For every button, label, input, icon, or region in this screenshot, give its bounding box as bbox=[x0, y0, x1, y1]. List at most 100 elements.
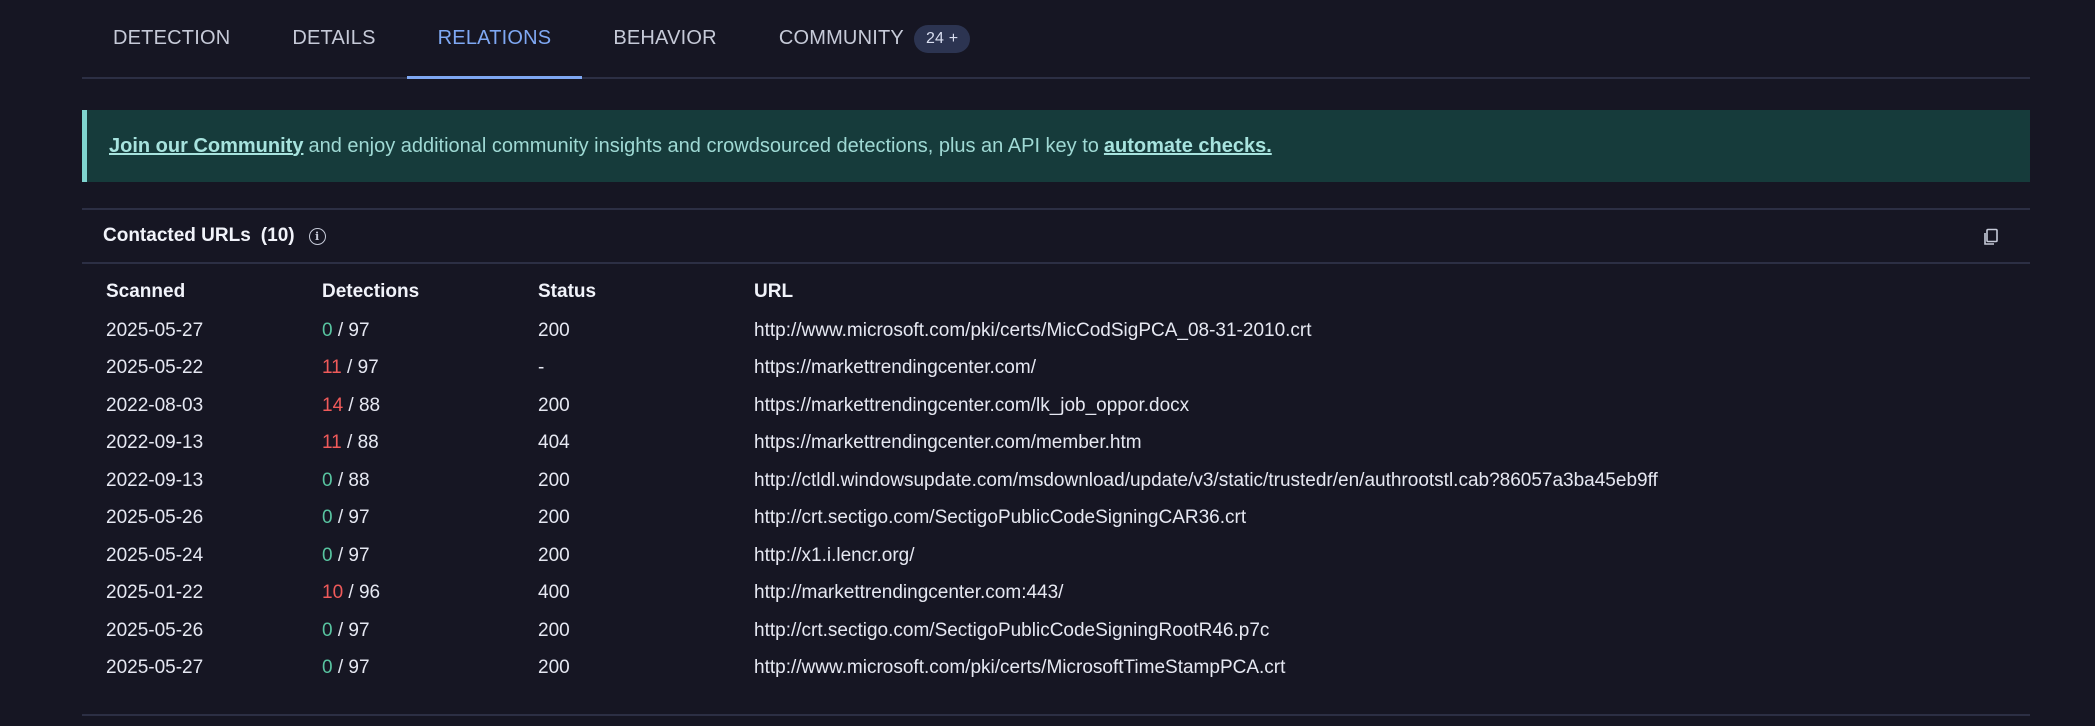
tab-bar: DETECTION DETAILS RELATIONS BEHAVIOR COM… bbox=[82, 0, 2030, 79]
status-code: 200 bbox=[538, 394, 570, 416]
column-header-status[interactable]: Status bbox=[538, 272, 754, 312]
scanned-date: 2025-05-24 bbox=[106, 544, 204, 566]
column-header-url[interactable]: URL bbox=[754, 272, 1954, 312]
detections-cell: 0 / 97 bbox=[322, 537, 538, 575]
detections-cell: 14 / 88 bbox=[322, 387, 538, 425]
tab-details[interactable]: DETAILS bbox=[261, 0, 406, 77]
positives-count: 0 bbox=[322, 657, 333, 679]
positives-count: 0 bbox=[322, 544, 333, 566]
detections-cell: 0 / 97 bbox=[322, 500, 538, 538]
total-engines: / 97 bbox=[341, 357, 379, 379]
detections-cell: 0 / 97 bbox=[322, 312, 538, 350]
table-row[interactable]: 2025-05-27 0 / 97 200 http://www.microsoft.… bbox=[106, 312, 1954, 350]
table-row[interactable]: 2025-05-27 0 / 97 200 http://www.microsoft.… bbox=[106, 650, 1954, 688]
section-divider bbox=[82, 714, 2030, 716]
positives-count: 14 bbox=[322, 394, 344, 416]
positives-count: 0 bbox=[322, 619, 333, 641]
section-count: (10) bbox=[260, 225, 295, 246]
scanned-date: 2025-05-26 bbox=[106, 507, 204, 529]
table-row[interactable]: 2022-09-13 0 / 88 200 http://ctldl.windowsu… bbox=[106, 462, 1954, 500]
url-link[interactable]: https://markettrendingcenter.com/ bbox=[754, 350, 1954, 388]
positives-count: 11 bbox=[322, 432, 342, 454]
detections-cell: 10 / 96 bbox=[322, 575, 538, 613]
contacted-urls-header: Contacted URLs (10) i bbox=[82, 208, 2030, 264]
positives-count: 10 bbox=[322, 582, 344, 604]
community-banner: Join our Community and enjoy additional … bbox=[82, 110, 2030, 182]
positives-count: 0 bbox=[322, 507, 333, 529]
table-row[interactable]: 2025-05-26 0 / 97 200 http://crt.sectigo.co… bbox=[106, 612, 1954, 650]
column-header-scanned[interactable]: Scanned bbox=[106, 272, 322, 312]
tab-relations[interactable]: RELATIONS bbox=[406, 0, 583, 79]
tab-label: DETAILS bbox=[292, 27, 376, 49]
section-title: Contacted URLs bbox=[103, 225, 251, 246]
scanned-date: 2025-05-27 bbox=[106, 657, 204, 679]
scanned-date: 2022-09-13 bbox=[106, 432, 204, 454]
join-community-link[interactable]: Join our Community bbox=[109, 135, 303, 158]
total-engines: / 97 bbox=[332, 619, 370, 641]
automate-checks-link[interactable]: automate checks. bbox=[1104, 135, 1272, 158]
total-engines: / 88 bbox=[343, 394, 381, 416]
status-code: 200 bbox=[538, 319, 570, 341]
scanned-date: 2025-01-22 bbox=[106, 582, 204, 604]
table-row[interactable]: 2025-05-22 11 / 97- https://markettrending… bbox=[106, 350, 1954, 388]
url-link[interactable]: http://www.microsoft.com/pki/certs/Micro… bbox=[754, 650, 1954, 688]
relations-panel: DETECTION DETAILS RELATIONS BEHAVIOR COM… bbox=[82, 0, 2030, 716]
table-row[interactable]: 2022-09-13 11 / 88 404 https://markettrendi… bbox=[106, 425, 1954, 463]
total-engines: / 97 bbox=[332, 544, 370, 566]
url-link[interactable]: https://markettrendingcenter.com/member.… bbox=[754, 425, 1954, 463]
tab-label: RELATIONS bbox=[437, 27, 552, 49]
url-link[interactable]: https://markettrendingcenter.com/lk_job_… bbox=[754, 387, 1954, 425]
column-header-detections[interactable]: Detections bbox=[322, 272, 538, 312]
url-link[interactable]: http://www.microsoft.com/pki/certs/MicCo… bbox=[754, 312, 1954, 350]
total-engines: / 88 bbox=[341, 432, 379, 454]
table-row[interactable]: 2022-08-03 14 / 88 200 https://markettrendi… bbox=[106, 387, 1954, 425]
total-engines: / 97 bbox=[332, 657, 370, 679]
scanned-date: 2025-05-26 bbox=[106, 619, 204, 641]
total-engines: / 97 bbox=[332, 319, 370, 341]
tab-detection[interactable]: DETECTION bbox=[82, 0, 261, 77]
detections-cell: 0 / 97 bbox=[322, 612, 538, 650]
tab-label: DETECTION bbox=[113, 27, 231, 49]
url-link[interactable]: http://crt.sectigo.com/SectigoPublicCode… bbox=[754, 612, 1954, 650]
info-icon[interactable]: i bbox=[308, 227, 326, 245]
status-code: 404 bbox=[538, 432, 570, 454]
contacted-urls-table: Scanned Detections Status URL 2025-05-27… bbox=[106, 272, 1954, 687]
url-link[interactable]: http://ctldl.windowsupdate.com/msdownloa… bbox=[754, 462, 1954, 500]
scanned-date: 2025-05-22 bbox=[106, 357, 204, 379]
tab-community[interactable]: COMMUNITY 24 + bbox=[748, 0, 1002, 77]
banner-text: and enjoy additional community insights … bbox=[308, 134, 1099, 157]
status-code: - bbox=[538, 357, 545, 379]
table-header-row: Scanned Detections Status URL bbox=[106, 272, 1954, 312]
detections-cell: 0 / 88 bbox=[322, 462, 538, 500]
url-link[interactable]: http://markettrendingcenter.com:443/ bbox=[754, 575, 1954, 613]
total-engines: / 88 bbox=[332, 469, 370, 491]
detections-cell: 11 / 97 bbox=[322, 350, 538, 388]
status-code: 200 bbox=[538, 619, 570, 641]
status-code: 200 bbox=[538, 544, 570, 566]
total-engines: / 97 bbox=[332, 507, 370, 529]
copy-icon[interactable] bbox=[1982, 228, 2000, 246]
tab-behavior[interactable]: BEHAVIOR bbox=[582, 0, 747, 77]
total-engines: / 96 bbox=[343, 582, 381, 604]
table-row[interactable]: 2025-05-26 0 / 97 200 http://crt.sectigo.co… bbox=[106, 500, 1954, 538]
scanned-date: 2022-08-03 bbox=[106, 394, 204, 416]
positives-count: 0 bbox=[322, 469, 333, 491]
scanned-date: 2025-05-27 bbox=[106, 319, 204, 341]
url-link[interactable]: http://crt.sectigo.com/SectigoPublicCode… bbox=[754, 500, 1954, 538]
status-code: 400 bbox=[538, 582, 570, 604]
scanned-date: 2022-09-13 bbox=[106, 469, 204, 491]
url-link[interactable]: http://x1.i.lencr.org/ bbox=[754, 537, 1954, 575]
detections-cell: 0 / 97 bbox=[322, 650, 538, 688]
table-row[interactable]: 2025-05-24 0 / 97 200 http://x1.i.lencr.org… bbox=[106, 537, 1954, 575]
positives-count: 11 bbox=[322, 357, 342, 379]
tab-label: COMMUNITY bbox=[778, 27, 904, 49]
table-row[interactable]: 2025-01-22 10 / 96 400 http://markettrendin… bbox=[106, 575, 1954, 613]
status-code: 200 bbox=[538, 507, 570, 529]
table-body: 2025-05-27 0 / 97 200 http://www.microsoft.… bbox=[106, 312, 1954, 687]
status-code: 200 bbox=[538, 469, 570, 491]
community-count-badge: 24 + bbox=[913, 24, 971, 53]
detections-cell: 11 / 88 bbox=[322, 425, 538, 463]
status-code: 200 bbox=[538, 657, 570, 679]
positives-count: 0 bbox=[322, 319, 333, 341]
tab-label: BEHAVIOR bbox=[613, 27, 717, 49]
